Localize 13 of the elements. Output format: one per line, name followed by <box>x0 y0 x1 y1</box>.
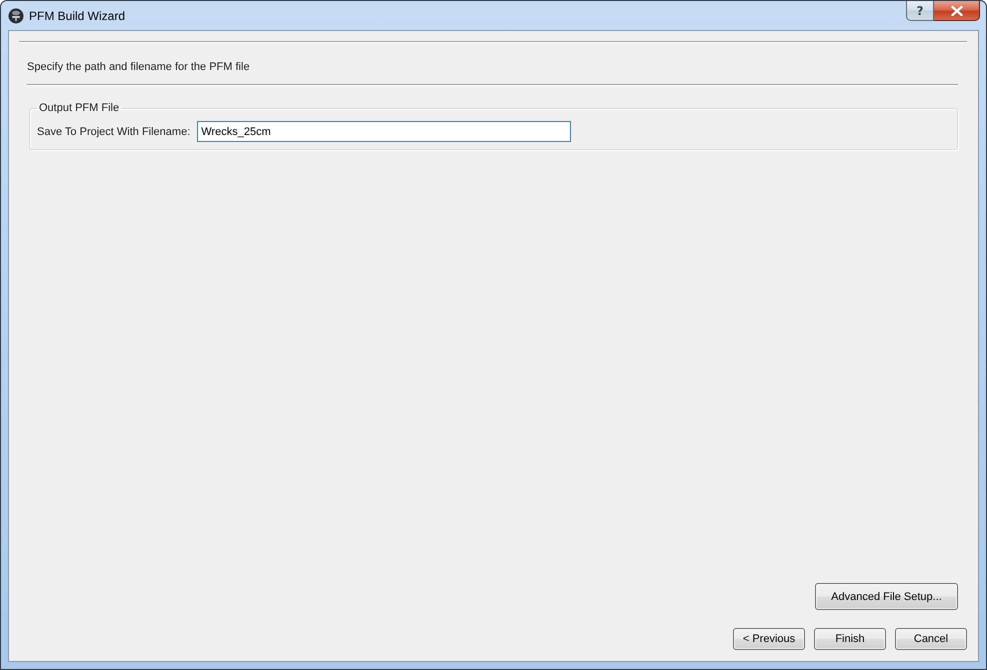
field-label: Save To Project With Filename: <box>37 124 190 138</box>
close-button[interactable] <box>934 1 980 21</box>
advanced-file-setup-button[interactable]: Advanced File Setup... <box>815 583 958 610</box>
filename-input[interactable]: Wrecks_25cm <box>197 121 572 142</box>
help-button[interactable]: ? <box>906 1 934 21</box>
instruction-text: Specify the path and filename for the PFM file <box>27 60 250 74</box>
wizard-button[interactable]: Finish <box>814 628 886 650</box>
group-title: Output PFM File <box>38 101 120 115</box>
close-icon <box>950 6 962 16</box>
sphere-icon <box>8 8 24 24</box>
window-title: PFM Build Wizard <box>29 9 126 24</box>
wizard-button[interactable]: Cancel <box>895 628 967 650</box>
wizard-button[interactable]: < Previous <box>733 628 805 650</box>
